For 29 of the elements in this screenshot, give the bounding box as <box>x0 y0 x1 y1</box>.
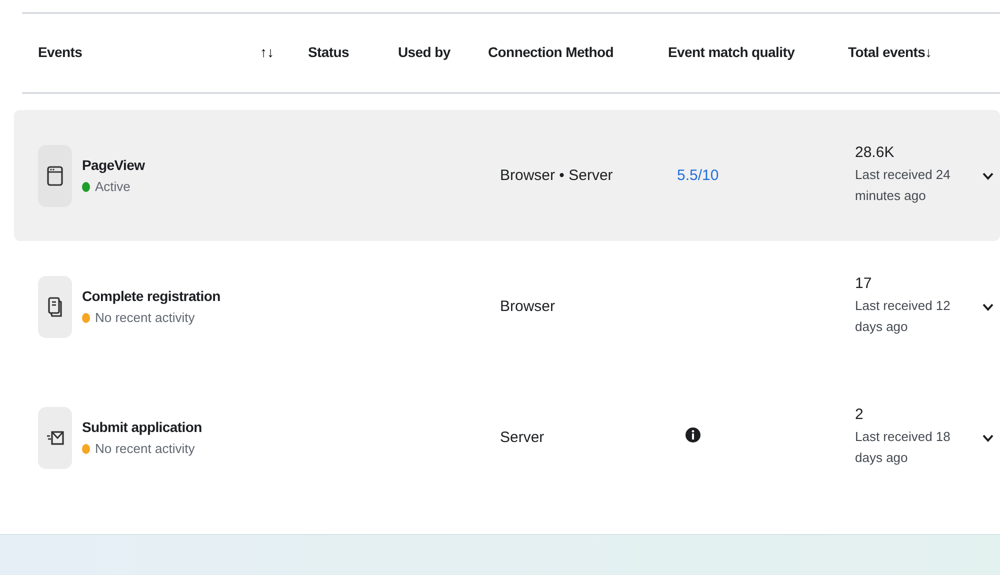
chevron-down-icon <box>982 170 994 180</box>
column-header: Connection Method <box>488 44 614 60</box>
event-name: Submit application <box>82 419 202 435</box>
status-text: No recent activity <box>95 441 195 456</box>
event-name: PageView <box>82 157 145 173</box>
total-events: 2 <box>855 406 864 424</box>
chevron-down-icon <box>982 302 994 312</box>
status-text: No recent activity <box>95 310 195 325</box>
chevron-down-icon <box>982 432 994 442</box>
sort-button[interactable]: ↑↓ <box>260 44 274 60</box>
connection-method: Browser <box>500 298 556 314</box>
column-header: Status <box>308 44 349 60</box>
last-received: Last received 24 minutes ago <box>855 166 952 205</box>
last-received: Last received 12 days ago <box>855 297 952 336</box>
last-received: Last received 18 days ago <box>855 428 952 467</box>
column-header: Event match quality <box>668 44 795 60</box>
column-header: Events <box>38 44 82 60</box>
total-events: 17 <box>855 275 873 292</box>
total-events: 28.6K <box>855 144 896 162</box>
column-header: Total events↓ <box>848 44 932 60</box>
event-name: Complete registration <box>82 288 220 304</box>
connection-method: Browser • Server <box>500 166 613 184</box>
column-header: Used by <box>398 44 450 60</box>
document-icon <box>45 296 65 318</box>
status-text: Active <box>95 179 130 194</box>
browser-window-icon <box>45 164 65 186</box>
match-quality-link[interactable]: 5.5/10 <box>677 166 719 184</box>
info-icon[interactable] <box>685 427 701 443</box>
connection-method: Server <box>500 428 544 446</box>
